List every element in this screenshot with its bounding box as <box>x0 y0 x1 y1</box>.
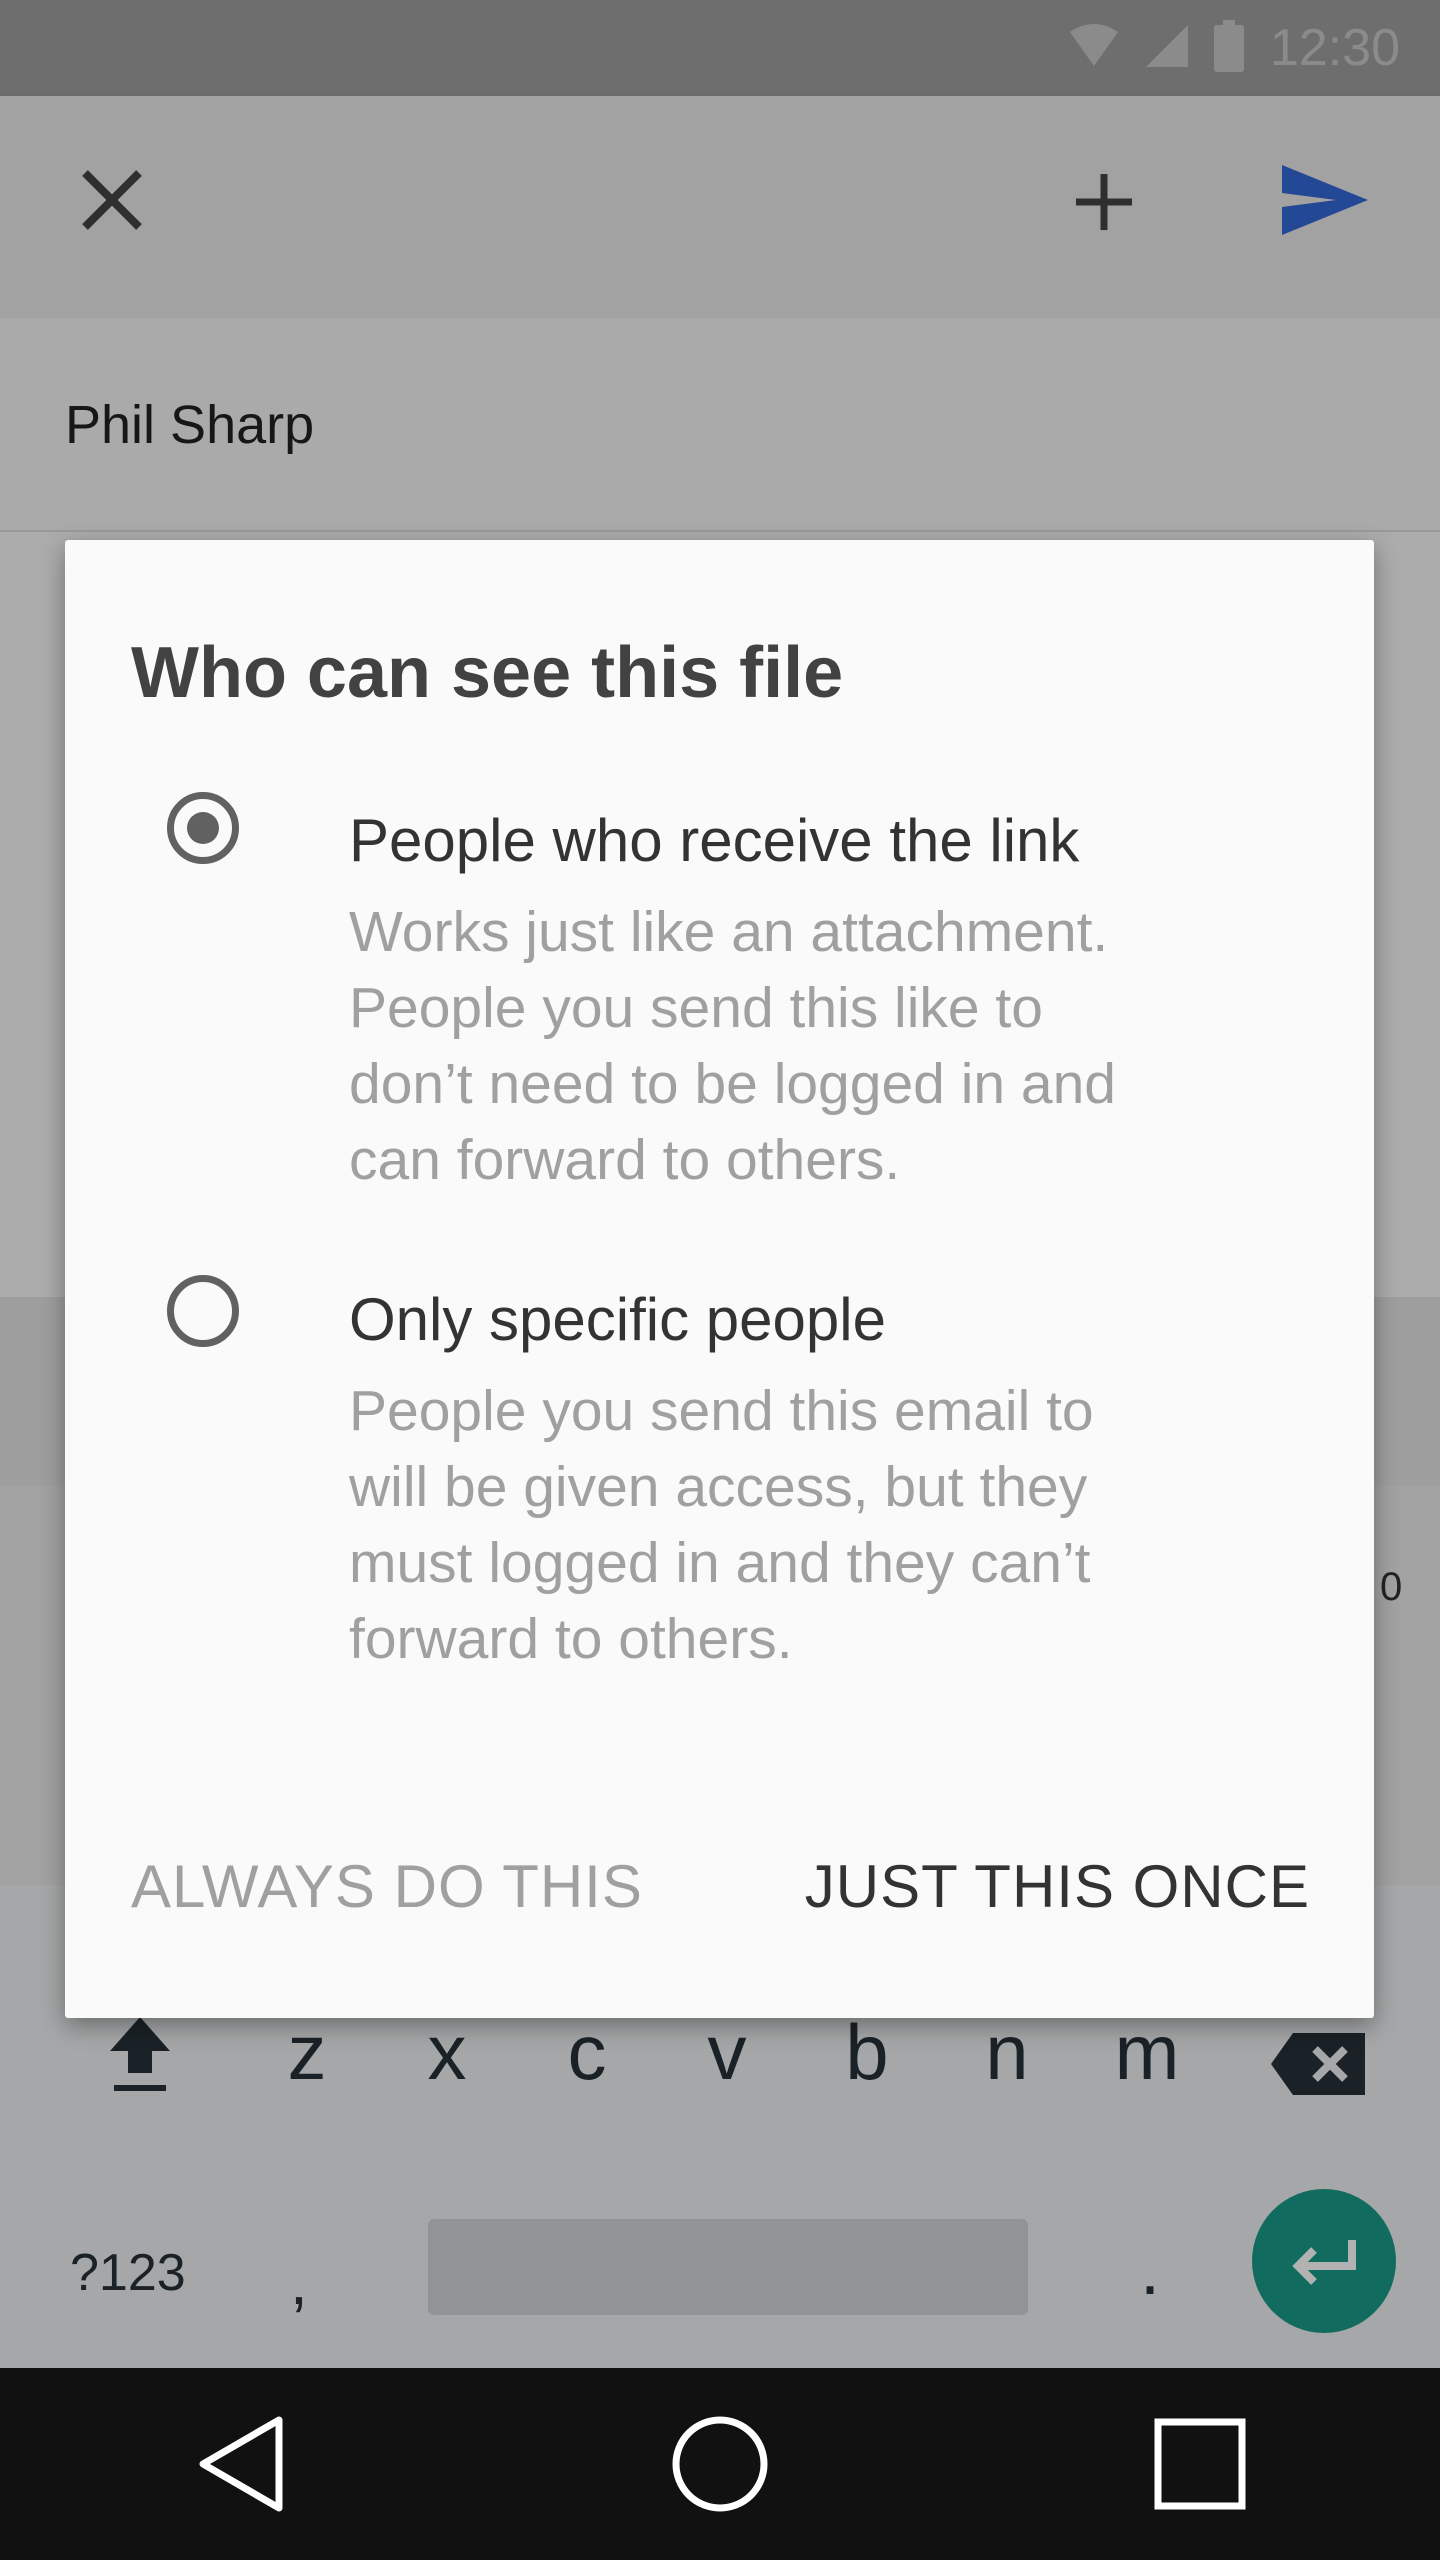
option-description-line: Works just like an attachment. <box>349 900 1109 964</box>
just-this-once-button[interactable]: JUST THIS ONCE <box>805 1852 1310 1921</box>
option-title: People who receive the link <box>349 807 1080 874</box>
dialog-title: Who can see this file <box>131 633 844 713</box>
option-title: Only specific people <box>349 1286 886 1353</box>
radio-unselected[interactable] <box>167 1275 239 1347</box>
radio-dot <box>187 812 219 844</box>
option-description-line: can forward to others. <box>349 1128 901 1192</box>
visibility-dialog: Who can see this file People who receive… <box>65 540 1374 2018</box>
option-description: Works just like an attachment. People yo… <box>349 894 1299 1198</box>
option-description-line: will be given access, but they <box>349 1455 1088 1519</box>
option-description-line: don’t need to be logged in and <box>349 1052 1116 1116</box>
option-description-line: People you send this email to <box>349 1379 1094 1443</box>
option-description-line: People you send this like to <box>349 976 1043 1040</box>
home-icon[interactable] <box>620 2368 820 2560</box>
navigation-bar <box>0 2368 1440 2560</box>
option-description: People you send this email to will be gi… <box>349 1373 1299 1677</box>
back-icon[interactable] <box>140 2368 340 2560</box>
always-do-this-button[interactable]: ALWAYS DO THIS <box>131 1852 643 1921</box>
option-description-line: forward to others. <box>349 1607 793 1671</box>
radio-selected[interactable] <box>167 792 239 864</box>
recents-icon[interactable] <box>1100 2368 1300 2560</box>
option-description-line: must logged in and they can’t <box>349 1531 1091 1595</box>
